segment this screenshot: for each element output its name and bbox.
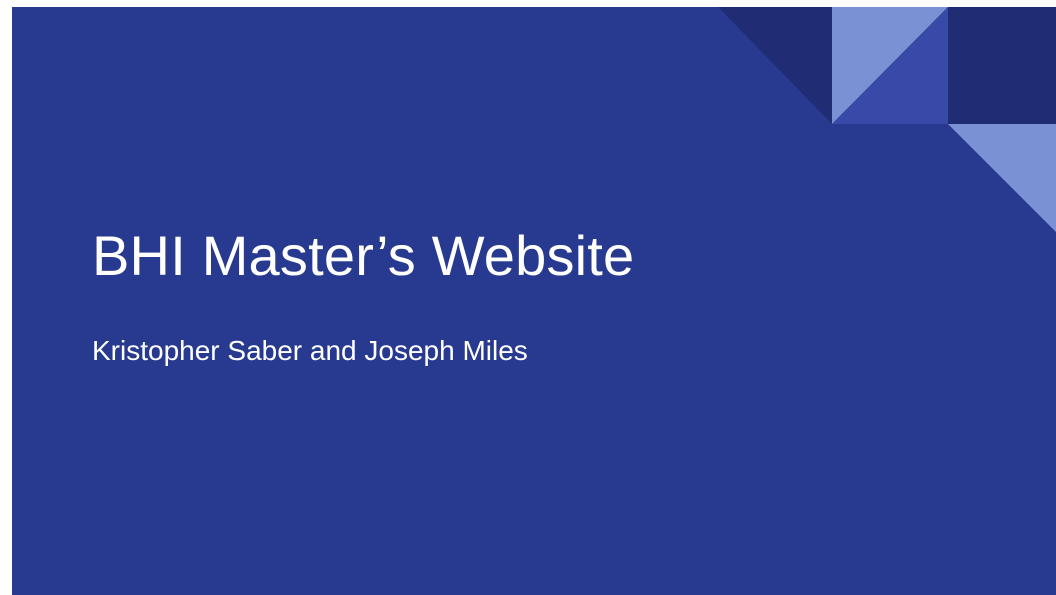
dark-square-right (948, 7, 1056, 124)
slide-background (12, 7, 1056, 595)
page: BHI Master’s Website Kristopher Saber an… (0, 0, 1056, 595)
slide-subtitle: Kristopher Saber and Joseph Miles (92, 335, 528, 366)
slide: BHI Master’s Website Kristopher Saber an… (12, 7, 1056, 595)
slide-title: BHI Master’s Website (92, 224, 635, 287)
